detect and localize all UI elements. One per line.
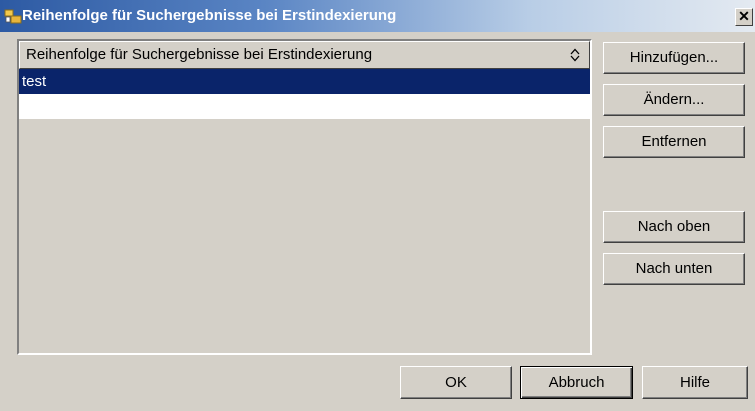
- list-item-label: test: [22, 73, 47, 90]
- column-header-label: Reihenfolge für Suchergebnisse bei Ersti…: [26, 46, 373, 63]
- remove-button-label: Entfernen: [641, 133, 707, 150]
- ok-button-label: OK: [445, 374, 467, 391]
- list-column-header[interactable]: Reihenfolge für Suchergebnisse bei Ersti…: [19, 41, 590, 69]
- list-item[interactable]: test: [19, 69, 590, 94]
- add-button-label: Hinzufügen...: [629, 49, 719, 66]
- move-down-button[interactable]: Nach unten: [603, 253, 745, 285]
- sort-icon: [570, 48, 580, 62]
- cancel-button[interactable]: Abbruch: [520, 366, 633, 399]
- remove-button[interactable]: Entfernen: [603, 126, 745, 158]
- add-button[interactable]: Hinzufügen...: [603, 42, 745, 74]
- close-icon: ✕: [738, 8, 750, 24]
- move-down-button-label: Nach unten: [635, 260, 713, 277]
- move-up-button[interactable]: Nach oben: [603, 211, 745, 243]
- list-item-empty[interactable]: [19, 94, 590, 119]
- help-button-label: Hilfe: [679, 374, 710, 391]
- change-button[interactable]: Ändern...: [603, 84, 745, 116]
- change-button-label: Ändern...: [643, 91, 705, 108]
- move-up-button-label: Nach oben: [637, 218, 711, 235]
- help-button[interactable]: Hilfe: [642, 366, 748, 399]
- window-title: Reihenfolge für Suchergebnisse bei Ersti…: [22, 7, 397, 24]
- ok-button[interactable]: OK: [400, 366, 512, 399]
- cancel-button-label: Abbruch: [548, 374, 605, 391]
- title-bar[interactable]: Reihenfolge für Suchergebnisse bei Ersti…: [0, 0, 755, 32]
- close-button[interactable]: ✕: [735, 8, 753, 26]
- result-order-list[interactable]: Reihenfolge für Suchergebnisse bei Ersti…: [17, 39, 592, 355]
- folder-icon: [4, 9, 22, 24]
